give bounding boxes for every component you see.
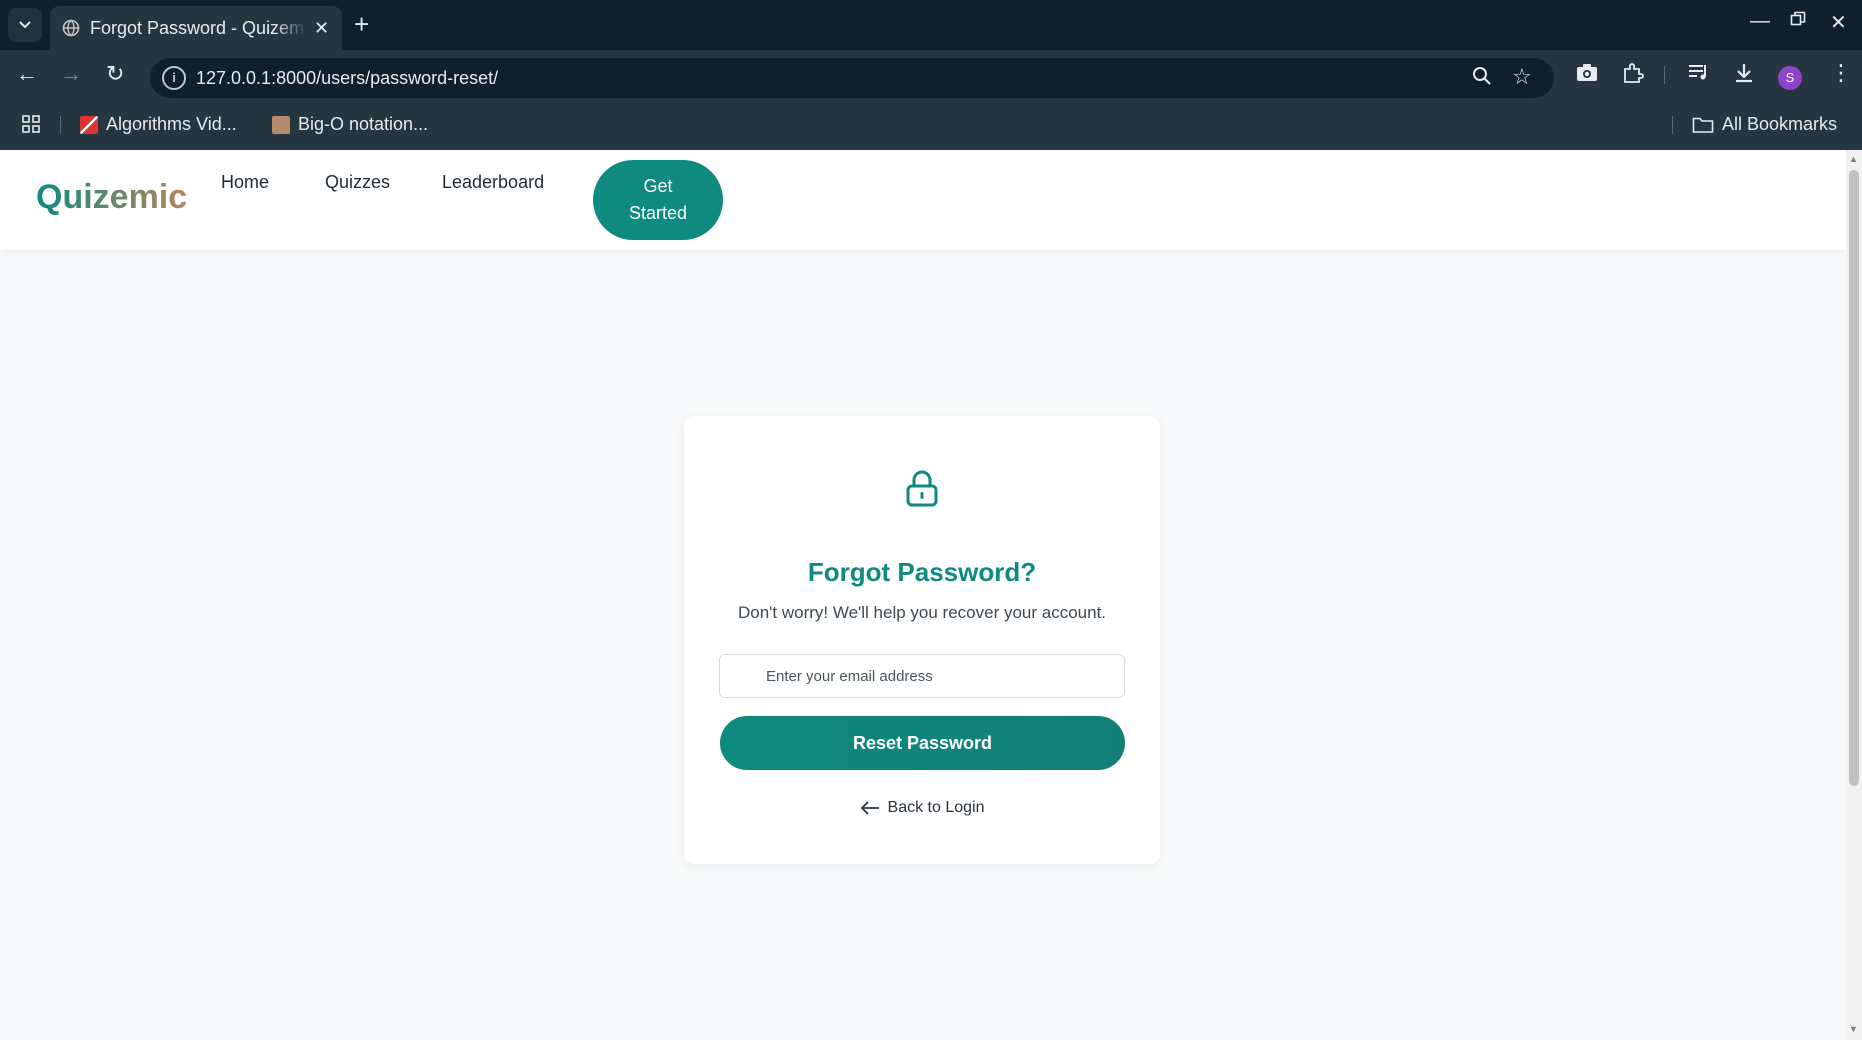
globe-icon [62, 19, 80, 37]
all-bookmarks-button[interactable]: All Bookmarks [1692, 114, 1837, 135]
scroll-up-icon[interactable]: ▲ [1849, 154, 1858, 164]
download-icon[interactable] [1734, 62, 1754, 90]
media-controls-icon[interactable] [1688, 62, 1710, 88]
zoom-icon[interactable] [1472, 66, 1492, 92]
site-navbar: Quizemic Home Quizzes Leaderboard Get St… [0, 150, 1846, 250]
bookmarks-divider [60, 116, 61, 134]
bookmark-star-icon[interactable]: ☆ [1512, 64, 1532, 90]
bookmarks-divider [1672, 116, 1673, 134]
url-text[interactable]: 127.0.0.1:8000/users/password-reset/ [196, 68, 498, 89]
get-started-line1: Get [643, 176, 673, 196]
nav-link-home[interactable]: Home [221, 172, 269, 193]
chevron-down-icon [19, 21, 31, 29]
email-field[interactable] [719, 654, 1125, 698]
password-reset-card: Forgot Password? Don't worry! We'll help… [684, 416, 1160, 864]
all-bookmarks-label: All Bookmarks [1722, 114, 1838, 134]
apps-grid-icon[interactable] [22, 115, 40, 133]
back-to-login-link[interactable]: Back to Login [684, 799, 1160, 817]
card-title: Forgot Password? [807, 557, 1037, 587]
get-started-line2: Started [628, 203, 688, 223]
address-bar[interactable]: i 127.0.0.1:8000/users/password-reset/ ☆ [150, 58, 1554, 98]
new-tab-button[interactable]: + [354, 10, 369, 38]
page-scrollbar[interactable]: ▲ ▼ [1846, 150, 1862, 1040]
nav-link-leaderboard[interactable]: Leaderboard [442, 172, 544, 193]
arrow-left-icon [860, 801, 879, 815]
lock-icon [906, 470, 938, 507]
reload-icon[interactable]: ↻ [106, 62, 124, 86]
folder-icon [1692, 117, 1714, 133]
scrollbar-thumb[interactable] [1849, 170, 1859, 786]
back-to-login-label: Back to Login [887, 799, 985, 816]
menu-kebab-icon[interactable]: ⋮ [1830, 60, 1852, 86]
page-viewport: Quizemic Home Quizzes Leaderboard Get St… [0, 150, 1846, 1040]
bookmark-favicon-icon [80, 115, 98, 134]
profile-avatar[interactable]: S [1778, 66, 1802, 90]
browser-toolbar: ← → ↻ i 127.0.0.1:8000/users/password-re… [0, 50, 1862, 100]
camera-icon[interactable] [1576, 62, 1598, 88]
bookmark-label: Big-O notation... [298, 114, 429, 134]
close-window-icon[interactable]: ✕ [1830, 10, 1847, 35]
extensions-icon[interactable] [1622, 62, 1644, 90]
bookmark-label: Algorithms Vid... [106, 114, 237, 134]
reset-password-button[interactable]: Reset Password [720, 716, 1125, 770]
toolbar-divider [1664, 66, 1665, 84]
close-tab-icon[interactable]: ✕ [314, 18, 329, 39]
bookmark-item[interactable]: Algorithms Vid... [80, 114, 237, 135]
restore-icon[interactable] [1790, 10, 1806, 33]
scroll-down-icon[interactable]: ▼ [1849, 1024, 1858, 1034]
card-subtitle: Don't worry! We'll help you recover your… [737, 603, 1107, 622]
forward-arrow-icon[interactable]: → [60, 62, 82, 86]
get-started-button[interactable]: Get Started [593, 160, 723, 240]
site-info-icon[interactable]: i [162, 66, 186, 90]
bookmark-item[interactable]: Big-O notation... [272, 114, 428, 135]
back-arrow-icon[interactable]: ← [16, 62, 38, 86]
minimize-icon[interactable]: — [1750, 10, 1770, 33]
nav-link-quizzes[interactable]: Quizzes [325, 172, 390, 193]
bookmarks-bar: Algorithms Vid... Big-O notation... All … [0, 100, 1862, 150]
get-started-label: Get Started [629, 173, 687, 227]
tab-search-button[interactable] [8, 8, 42, 42]
browser-tab-active[interactable]: Forgot Password - Quizemic ✕ [50, 6, 342, 50]
tab-title: Forgot Password - Quizemic [90, 17, 306, 38]
site-logo[interactable]: Quizemic [36, 178, 187, 217]
browser-tab-bar: Forgot Password - Quizemic ✕ + — ✕ [0, 0, 1862, 50]
bookmark-favicon-icon [272, 115, 290, 134]
